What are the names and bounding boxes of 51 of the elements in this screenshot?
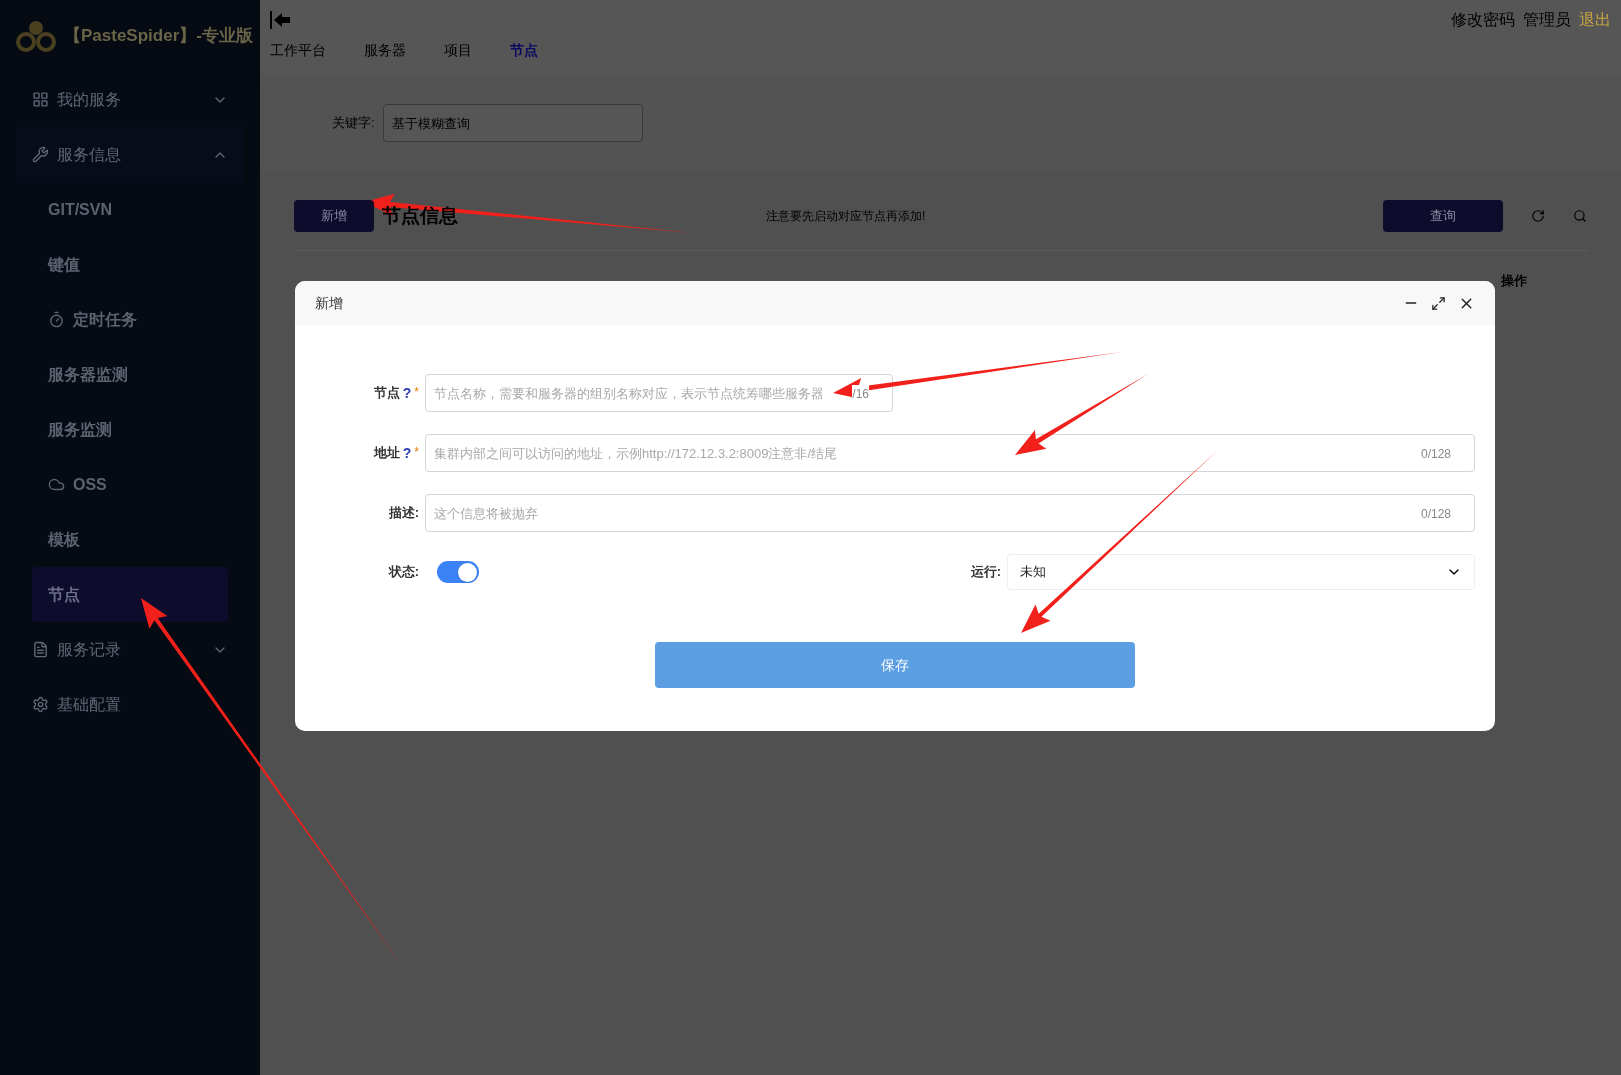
sidebar-item[interactable]: 基础配置: [16, 677, 244, 732]
run-select[interactable]: 未知: [1007, 554, 1475, 590]
search-icon[interactable]: [1573, 209, 1587, 223]
field-label: 地址: [373, 444, 400, 463]
user-link[interactable]: 修改密码: [1451, 8, 1515, 32]
user-link[interactable]: 管理员: [1523, 8, 1571, 32]
search-button[interactable]: 查询: [1383, 200, 1503, 232]
field-label: 状态:: [388, 563, 419, 582]
cloud-icon: [48, 476, 65, 493]
sidebar-subitem[interactable]: 定时任务: [32, 292, 228, 347]
status-toggle[interactable]: [437, 561, 479, 583]
maximize-icon[interactable]: [1431, 295, 1446, 311]
sidebar-item[interactable]: 服务信息: [16, 127, 244, 182]
sidebar-item[interactable]: 我的服务: [16, 72, 244, 127]
sidebar-item[interactable]: 服务记录: [16, 622, 244, 677]
dialog-title: 新增: [315, 293, 343, 313]
sidebar-subitem[interactable]: 节点: [32, 567, 228, 622]
file-icon: [32, 641, 49, 658]
field-label: 描述:: [388, 504, 419, 523]
nav-tab[interactable]: 节点: [510, 40, 538, 61]
sidebar-subitem[interactable]: 模板: [32, 512, 228, 567]
field-label: 节点: [373, 384, 400, 403]
required-mark: *: [414, 443, 419, 461]
nav-tab[interactable]: 工作平台: [270, 40, 326, 61]
collapse-arrow-icon[interactable]: [270, 10, 292, 30]
settings-icon: [32, 696, 49, 713]
field-label: 运行:: [970, 563, 1001, 582]
sidebar-subitem[interactable]: 服务监测: [32, 402, 228, 457]
save-button[interactable]: 保存: [655, 642, 1135, 688]
nav-tab[interactable]: 项目: [444, 40, 472, 61]
sidebar-subitem[interactable]: 服务器监测: [32, 347, 228, 402]
app-title: 【PasteSpider】-专业版: [64, 25, 253, 48]
add-button[interactable]: 新增: [294, 200, 374, 232]
sidebar-subitem[interactable]: OSS: [32, 457, 228, 512]
page-subtitle: 注意要先启动对应节点再添加!: [766, 208, 926, 225]
keyword-field[interactable]: 基于模糊查询: [382, 104, 643, 142]
column-header: 操作: [1501, 272, 1527, 290]
char-counter: /16: [852, 385, 869, 403]
refresh-icon[interactable]: [1531, 209, 1545, 223]
nav-tab[interactable]: 服务器: [364, 40, 406, 61]
logout-link[interactable]: 退出: [1579, 8, 1611, 32]
logo-icon: [16, 19, 56, 53]
help-mark[interactable]: ?: [402, 442, 412, 464]
help-mark[interactable]: ?: [402, 382, 412, 404]
sidebar-subitem[interactable]: GIT/SVN: [32, 182, 228, 237]
required-mark: *: [414, 383, 419, 401]
tools-icon: [32, 146, 49, 163]
grid-icon: [32, 91, 49, 108]
timer-icon: [48, 311, 65, 328]
sidebar-subitem[interactable]: 键值: [32, 237, 228, 292]
keyword-label: 关键字:: [332, 114, 375, 133]
